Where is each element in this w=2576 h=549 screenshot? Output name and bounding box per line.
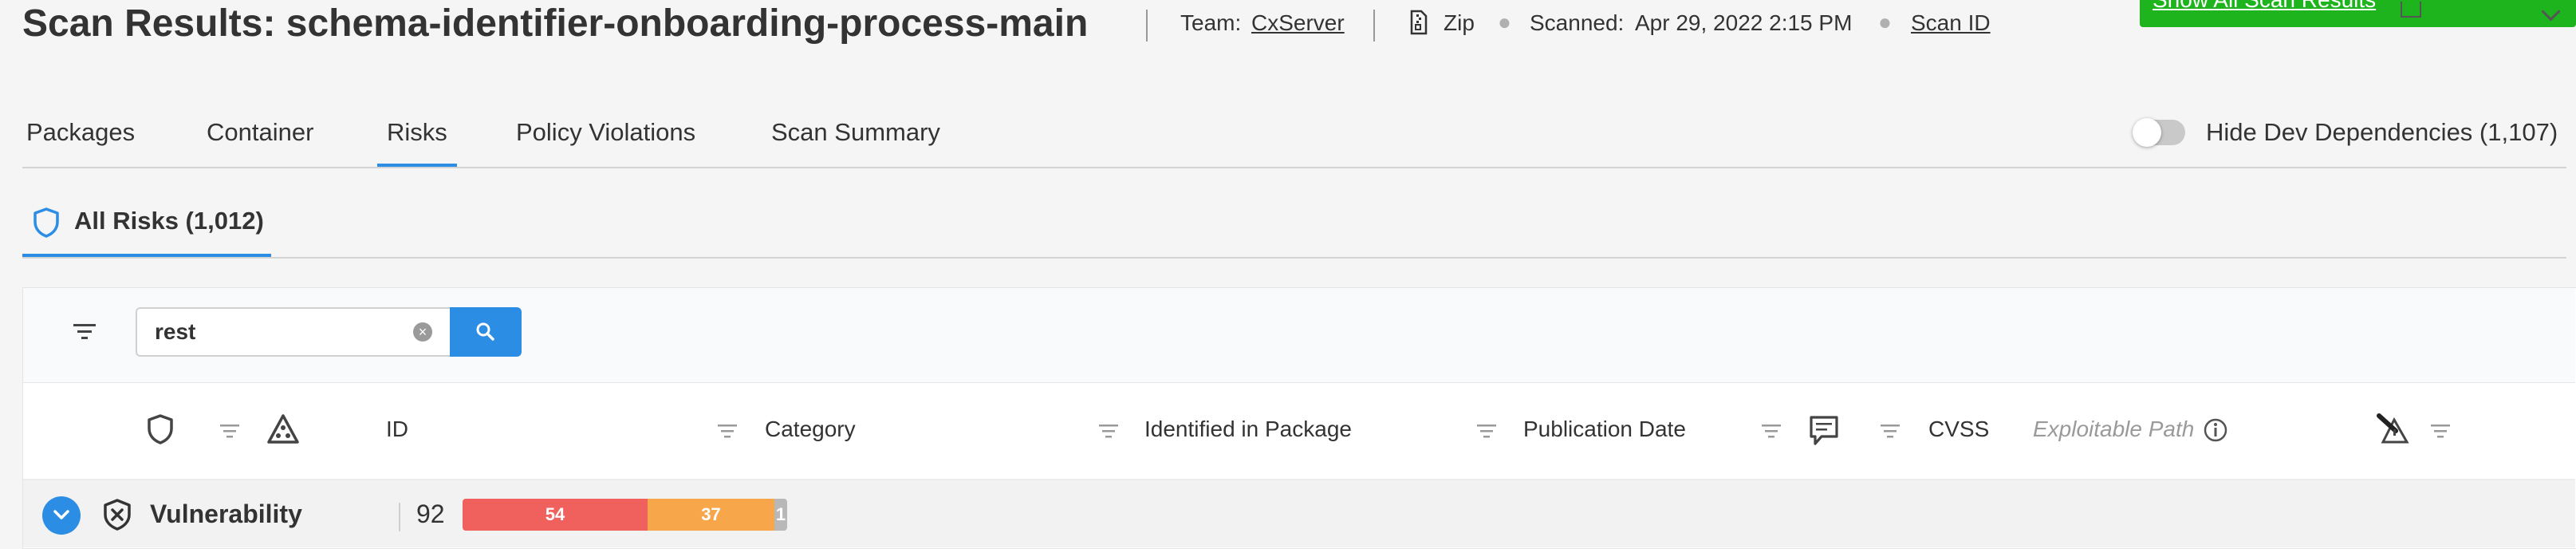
group-count: 92 [416, 500, 445, 528]
column-filter-icon[interactable] [1097, 423, 1120, 444]
column-header-package[interactable]: Identified in Package [1144, 417, 1352, 442]
column-header-exploitable-path[interactable]: Exploitable Path [2033, 417, 2194, 442]
separator-dot: ● [1878, 10, 1892, 34]
column-filter-icon[interactable] [2429, 423, 2452, 444]
toggle-knob [2133, 118, 2161, 147]
header-divider [1146, 10, 1148, 41]
info-icon[interactable] [2203, 417, 2228, 447]
chevron-down-icon [53, 510, 69, 519]
search-icon [476, 322, 494, 341]
scanned-date: Apr 29, 2022 2:15 PM [1635, 10, 1853, 35]
column-filter-icon[interactable] [1475, 423, 1498, 444]
filter-icon[interactable] [72, 322, 97, 346]
column-header-cvss[interactable]: CVSS [1928, 417, 1989, 442]
comments-icon [1809, 415, 1839, 451]
low-severity-segment: 1 [774, 499, 787, 531]
source-type: Zip [1444, 10, 1475, 35]
team-link[interactable]: CxServer [1251, 10, 1345, 36]
column-filter-icon[interactable] [1879, 423, 1901, 444]
severity-shield-icon [146, 413, 175, 449]
all-risks-tab[interactable]: All Risks (1,012) [74, 207, 264, 235]
clear-search-icon[interactable]: × [413, 322, 432, 342]
tab-packages[interactable]: Packages [26, 118, 135, 147]
zip-file-icon [1409, 10, 1428, 39]
subtab-divider [22, 257, 2566, 259]
column-filter-icon[interactable] [1760, 423, 1782, 444]
hide-dev-dependencies-toggle[interactable] [2133, 118, 2185, 147]
tab-policy-violations[interactable]: Policy Violations [516, 118, 695, 147]
group-label: Vulnerability [150, 500, 302, 528]
medium-severity-segment: 37 [648, 499, 774, 531]
page-title: Scan Results: schema-identifier-onboardi… [22, 2, 1089, 45]
hide-dev-dependencies-label: Hide Dev Dependencies (1,107) [2206, 118, 2558, 146]
tabs-divider [22, 167, 2566, 168]
shield-icon [32, 207, 61, 243]
group-divider [399, 503, 400, 531]
header-divider [1373, 10, 1375, 41]
column-header-category[interactable]: Category [765, 417, 856, 442]
tab-container[interactable]: Container [207, 118, 313, 147]
scan-id-link[interactable]: Scan ID [1911, 10, 1991, 36]
separator-dot: ● [1498, 10, 1511, 34]
search-button[interactable] [450, 307, 522, 357]
tab-scan-summary[interactable]: Scan Summary [771, 118, 940, 147]
high-severity-segment: 54 [463, 499, 648, 531]
ignore-risk-icon [2377, 413, 2412, 449]
expand-group-button[interactable] [42, 496, 81, 535]
vulnerability-shield-icon [101, 498, 133, 535]
column-filter-icon[interactable] [219, 423, 241, 444]
scanned-label: Scanned: [1530, 10, 1625, 35]
export-icon[interactable] [2401, 2, 2421, 18]
column-header-publication-date[interactable]: Publication Date [1523, 417, 1686, 442]
risk-type-icon [266, 413, 300, 449]
show-all-scan-results-button[interactable]: Show All Scan Results [2140, 0, 2576, 27]
team-label: Team: [1180, 10, 1242, 35]
column-header-id[interactable]: ID [386, 417, 408, 442]
search-input[interactable] [136, 307, 450, 357]
vulnerability-group-row[interactable] [23, 480, 2575, 547]
tab-risks[interactable]: Risks [387, 118, 447, 147]
column-filter-icon[interactable] [716, 423, 739, 444]
show-all-scan-results-label: Show All Scan Results [2153, 0, 2376, 13]
